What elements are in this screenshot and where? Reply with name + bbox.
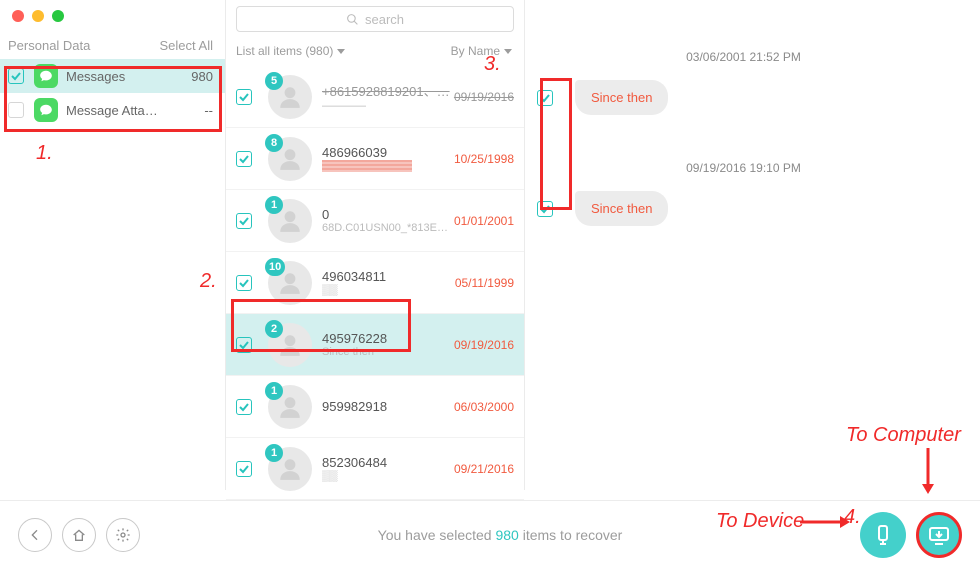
avatar: 2 <box>268 323 312 367</box>
thread-preview: 68D.C01USN00_*813E… <box>322 222 454 234</box>
sidebar-item-label: Messages <box>66 69 191 84</box>
thread-date: 09/19/2016 <box>454 338 514 352</box>
thread-name: 496034811 <box>322 269 455 284</box>
checkbox-icon[interactable] <box>236 89 252 105</box>
thread-preview: ———— <box>322 100 454 112</box>
thread-name: 495976228 <box>322 331 454 346</box>
thread-item[interactable]: 1 852306484▒▒09/21/2016 <box>226 438 524 500</box>
thread-preview <box>322 160 454 172</box>
annotation-label: 1. <box>36 142 53 165</box>
thread-date: 09/21/2016 <box>454 462 514 476</box>
checkbox-icon[interactable] <box>8 102 24 118</box>
search-icon <box>346 13 359 26</box>
thread-item[interactable]: 8 48696603910/25/1998 <box>226 128 524 190</box>
messages-app-icon <box>34 98 58 122</box>
checkbox-icon[interactable] <box>236 337 252 353</box>
maximize-window-icon[interactable] <box>52 10 64 22</box>
select-all-button[interactable]: Select All <box>160 38 213 53</box>
checkbox-icon[interactable] <box>537 201 553 217</box>
sidebar-item-count: 980 <box>191 69 213 84</box>
thread-name: 486966039 <box>322 145 454 160</box>
sidebar: Personal Data Select All Messages 980 Me… <box>0 32 225 127</box>
sort-dropdown[interactable]: By Name <box>451 44 512 58</box>
search-input[interactable]: search <box>236 6 514 32</box>
close-window-icon[interactable] <box>12 10 24 22</box>
thread-date: 05/11/1999 <box>455 276 514 290</box>
messages-app-icon <box>34 64 58 88</box>
home-button[interactable] <box>62 518 96 552</box>
thread-preview: Since then <box>322 346 454 358</box>
checkbox-icon[interactable] <box>8 68 24 84</box>
unread-badge: 10 <box>265 258 285 276</box>
unread-badge: 5 <box>265 72 283 90</box>
thread-name: 852306484 <box>322 455 454 470</box>
chevron-down-icon <box>504 49 512 54</box>
thread-name: 959982918 <box>322 399 454 414</box>
unread-badge: 1 <box>265 382 283 400</box>
arrow-icon <box>918 448 938 494</box>
sidebar-item-label: Message Atta… <box>66 103 204 118</box>
unread-badge: 1 <box>265 444 283 462</box>
message-bubble: Since then <box>575 80 668 115</box>
thread-list-panel: search List all items (980) By Name 5 +86… <box>225 0 525 490</box>
window-controls <box>12 10 64 22</box>
filter-dropdown[interactable]: List all items (980) <box>236 44 345 58</box>
unread-badge: 8 <box>265 134 283 152</box>
avatar: 5 <box>268 75 312 119</box>
annotation-label: To Computer <box>846 424 961 447</box>
avatar: 10 <box>268 261 312 305</box>
thread-date: 06/03/2000 <box>454 400 514 414</box>
checkbox-icon[interactable] <box>236 275 252 291</box>
thread-item[interactable]: 2 495976228Since then09/19/2016 <box>226 314 524 376</box>
avatar: 1 <box>268 199 312 243</box>
status-text: You have selected 980 items to recover <box>150 527 850 543</box>
sidebar-item-messages[interactable]: Messages 980 <box>0 59 225 93</box>
export-to-computer-button[interactable] <box>916 512 962 558</box>
sidebar-item-count: -- <box>204 103 213 118</box>
avatar: 1 <box>268 385 312 429</box>
bottom-bar: You have selected 980 items to recover <box>0 500 980 568</box>
sidebar-item-message-attachments[interactable]: Message Atta… -- <box>0 93 225 127</box>
thread-item[interactable]: 1 068D.C01USN00_*813E…01/01/2001 <box>226 190 524 252</box>
message-timestamp: 03/06/2001 21:52 PM <box>537 50 950 64</box>
message-bubble: Since then <box>575 191 668 226</box>
thread-date: 10/25/1998 <box>454 152 514 166</box>
avatar: 8 <box>268 137 312 181</box>
thread-name: 0 <box>322 207 454 222</box>
thread-item[interactable]: 1 95998291806/03/2000 <box>226 376 524 438</box>
sidebar-title: Personal Data <box>8 38 90 53</box>
checkbox-icon[interactable] <box>236 461 252 477</box>
conversation-panel: 03/06/2001 21:52 PM Since then 09/19/2016 … <box>525 32 980 254</box>
thread-date: 09/19/2016 <box>454 90 514 104</box>
avatar: 1 <box>268 447 312 491</box>
message-timestamp: 09/19/2016 19:10 PM <box>537 161 950 175</box>
thread-item[interactable]: 5 +8615928819201、…————09/19/2016 <box>226 66 524 128</box>
unread-badge: 1 <box>265 196 283 214</box>
minimize-window-icon[interactable] <box>32 10 44 22</box>
checkbox-icon[interactable] <box>236 213 252 229</box>
checkbox-icon[interactable] <box>236 151 252 167</box>
checkbox-icon[interactable] <box>236 399 252 415</box>
chevron-down-icon <box>337 49 345 54</box>
thread-name: +8615928819201、… <box>322 81 454 100</box>
thread-date: 01/01/2001 <box>454 214 514 228</box>
export-to-device-button[interactable] <box>860 512 906 558</box>
annotation-label: 2. <box>200 270 217 293</box>
unread-badge: 2 <box>265 320 283 338</box>
search-placeholder: search <box>365 12 404 27</box>
back-button[interactable] <box>18 518 52 552</box>
thread-preview: ▒▒ <box>322 470 454 482</box>
thread-item[interactable]: 10 496034811▒▒05/11/1999 <box>226 252 524 314</box>
settings-button[interactable] <box>106 518 140 552</box>
thread-preview: ▒▒ <box>322 284 455 296</box>
checkbox-icon[interactable] <box>537 90 553 106</box>
